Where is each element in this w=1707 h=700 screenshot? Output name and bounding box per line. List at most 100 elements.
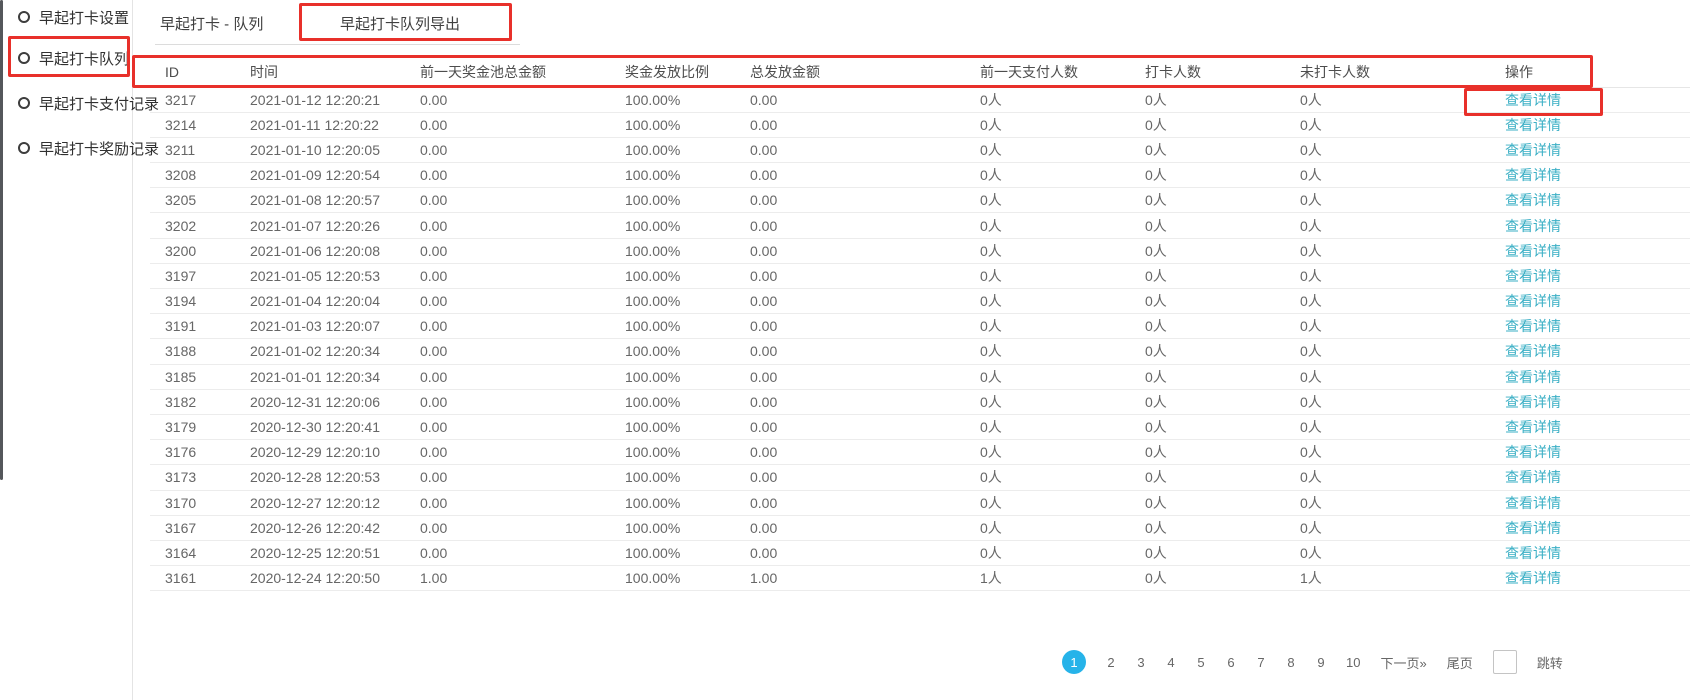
table-cell: 0人 — [1130, 364, 1285, 389]
page-jump-input[interactable] — [1493, 650, 1517, 674]
view-detail-link[interactable]: 查看详情 — [1505, 369, 1561, 385]
table-cell-action: 查看详情 — [1430, 163, 1690, 188]
jump-button[interactable]: 跳转 — [1537, 653, 1563, 672]
table-cell: 0人 — [1285, 137, 1430, 162]
page-number[interactable]: 8 — [1286, 655, 1296, 670]
table-cell: 0.00 — [405, 188, 610, 213]
table-cell: 0人 — [1130, 566, 1285, 591]
page-number-active[interactable]: 1 — [1062, 650, 1086, 674]
table-cell: 0人 — [965, 389, 1130, 414]
tab-underline — [155, 44, 520, 45]
page-number[interactable]: 7 — [1256, 655, 1266, 670]
sidebar-item-label: 早起打卡队列 — [39, 48, 129, 69]
table-cell: 0人 — [1130, 163, 1285, 188]
sidebar-item[interactable]: 早起打卡奖励记录 — [18, 137, 159, 159]
page-number[interactable]: 5 — [1196, 655, 1206, 670]
table-cell-action: 查看详情 — [1430, 490, 1690, 515]
table-row: 32142021-01-11 12:20:220.00100.00%0.000人… — [150, 112, 1690, 137]
page-number[interactable]: 3 — [1136, 655, 1146, 670]
view-detail-link[interactable]: 查看详情 — [1505, 192, 1561, 208]
view-detail-link[interactable]: 查看详情 — [1505, 520, 1561, 536]
page-number[interactable]: 10 — [1346, 655, 1360, 670]
view-detail-link[interactable]: 查看详情 — [1505, 419, 1561, 435]
sidebar-item[interactable]: 早起打卡设置 — [18, 6, 129, 28]
table-cell: 0人 — [1285, 389, 1430, 414]
table-cell: 0人 — [1130, 289, 1285, 314]
view-detail-link[interactable]: 查看详情 — [1505, 243, 1561, 259]
table-cell: 0人 — [965, 490, 1130, 515]
table-cell: 2021-01-02 12:20:34 — [235, 339, 405, 364]
table-cell: 0人 — [965, 364, 1130, 389]
table-cell: 0人 — [965, 314, 1130, 339]
table-row: 31882021-01-02 12:20:340.00100.00%0.000人… — [150, 339, 1690, 364]
last-page-button[interactable]: 尾页 — [1447, 653, 1473, 672]
table-cell: 0人 — [965, 465, 1130, 490]
table-cell: 0人 — [1285, 87, 1430, 112]
table-row: 31822020-12-31 12:20:060.00100.00%0.000人… — [150, 389, 1690, 414]
radio-icon — [18, 97, 30, 109]
table-cell: 0.00 — [405, 414, 610, 439]
table-cell: 100.00% — [610, 112, 735, 137]
table-cell: 0.00 — [405, 440, 610, 465]
page-number[interactable]: 4 — [1166, 655, 1176, 670]
table-cell: 100.00% — [610, 364, 735, 389]
table-header: ID时间前一天奖金池总金额奖金发放比例总发放金额前一天支付人数打卡人数未打卡人数… — [150, 57, 1690, 87]
table-cell: 100.00% — [610, 490, 735, 515]
table-cell: 3200 — [150, 238, 235, 263]
table-row: 31612020-12-24 12:20:501.00100.00%1.001人… — [150, 566, 1690, 591]
table-cell: 100.00% — [610, 87, 735, 112]
table-cell: 0.00 — [735, 440, 965, 465]
sidebar-item[interactable]: 早起打卡支付记录 — [18, 92, 159, 114]
tab-queue[interactable]: 早起打卡 - 队列 — [160, 13, 263, 34]
page-number[interactable]: 9 — [1316, 655, 1326, 670]
table-cell: 2021-01-05 12:20:53 — [235, 263, 405, 288]
table-cell-action: 查看详情 — [1430, 364, 1690, 389]
column-header: 操作 — [1430, 57, 1690, 87]
view-detail-link[interactable]: 查看详情 — [1505, 545, 1561, 561]
view-detail-link[interactable]: 查看详情 — [1505, 318, 1561, 334]
view-detail-link[interactable]: 查看详情 — [1505, 343, 1561, 359]
sidebar-item[interactable]: 早起打卡队列 — [18, 47, 129, 69]
table-cell: 0.00 — [405, 339, 610, 364]
table-cell: 3191 — [150, 314, 235, 339]
table-cell-action: 查看详情 — [1430, 213, 1690, 238]
page-number[interactable]: 2 — [1106, 655, 1116, 670]
table-cell: 0人 — [1130, 465, 1285, 490]
table-cell: 0人 — [1130, 414, 1285, 439]
table-cell: 2021-01-06 12:20:08 — [235, 238, 405, 263]
table-cell: 0.00 — [405, 238, 610, 263]
table-cell: 3194 — [150, 289, 235, 314]
view-detail-link[interactable]: 查看详情 — [1505, 495, 1561, 511]
table-cell: 0.00 — [735, 263, 965, 288]
queue-table-area: ID时间前一天奖金池总金额奖金发放比例总发放金额前一天支付人数打卡人数未打卡人数… — [150, 57, 1690, 591]
next-page-button[interactable]: 下一页» — [1380, 653, 1426, 672]
view-detail-link[interactable]: 查看详情 — [1505, 394, 1561, 410]
tab-queue-export[interactable]: 早起打卡队列导出 — [340, 13, 460, 34]
table-row: 32112021-01-10 12:20:050.00100.00%0.000人… — [150, 137, 1690, 162]
table-cell: 0人 — [965, 540, 1130, 565]
table-cell: 2020-12-25 12:20:51 — [235, 540, 405, 565]
view-detail-link[interactable]: 查看详情 — [1505, 92, 1561, 108]
table-cell: 2021-01-09 12:20:54 — [235, 163, 405, 188]
view-detail-link[interactable]: 查看详情 — [1505, 293, 1561, 309]
page-number[interactable]: 6 — [1226, 655, 1236, 670]
view-detail-link[interactable]: 查看详情 — [1505, 218, 1561, 234]
view-detail-link[interactable]: 查看详情 — [1505, 444, 1561, 460]
table-cell: 2020-12-26 12:20:42 — [235, 515, 405, 540]
table-cell: 3214 — [150, 112, 235, 137]
table-row: 31702020-12-27 12:20:120.00100.00%0.000人… — [150, 490, 1690, 515]
table-cell-action: 查看详情 — [1430, 263, 1690, 288]
table-cell: 0.00 — [405, 515, 610, 540]
view-detail-link[interactable]: 查看详情 — [1505, 570, 1561, 586]
view-detail-link[interactable]: 查看详情 — [1505, 268, 1561, 284]
table-cell: 0人 — [1285, 263, 1430, 288]
table-cell: 0.00 — [735, 540, 965, 565]
table-cell-action: 查看详情 — [1430, 314, 1690, 339]
view-detail-link[interactable]: 查看详情 — [1505, 469, 1561, 485]
view-detail-link[interactable]: 查看详情 — [1505, 142, 1561, 158]
view-detail-link[interactable]: 查看详情 — [1505, 167, 1561, 183]
table-cell: 0人 — [1285, 163, 1430, 188]
table-cell: 0人 — [1130, 188, 1285, 213]
table-cell: 0人 — [1130, 314, 1285, 339]
view-detail-link[interactable]: 查看详情 — [1505, 117, 1561, 133]
